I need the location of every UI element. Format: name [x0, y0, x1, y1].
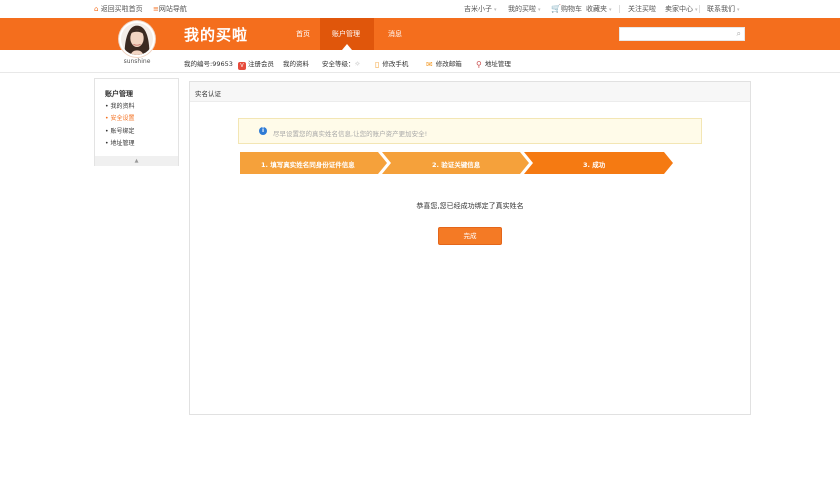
- avatar[interactable]: [119, 21, 155, 57]
- edit-phone-link[interactable]: ▯ 修改手机: [375, 58, 408, 69]
- register-vip-label: 注册会员: [248, 60, 274, 68]
- my-profile-link[interactable]: 我的资料: [283, 58, 309, 68]
- favorites-label: 收藏夹: [586, 5, 607, 13]
- home-link[interactable]: ⌂ 返回买啦首页: [94, 4, 143, 14]
- notice-banner: i 尽早设置您的真实姓名信息,让您的账户资产更加安全!: [238, 118, 702, 144]
- done-button[interactable]: 完成: [438, 227, 502, 245]
- seller-center-label: 卖家中心: [665, 5, 693, 13]
- nav-home[interactable]: 首页: [296, 29, 310, 39]
- edit-email-link[interactable]: ✉ 修改邮箱: [426, 58, 462, 69]
- divider: [699, 5, 700, 13]
- security-level: 安全等级：☼: [322, 58, 360, 68]
- user-menu[interactable]: 吉米小子 ▾: [464, 4, 497, 14]
- site-nav-label: 网站导航: [158, 5, 187, 13]
- chevron-down-icon: ▾: [609, 7, 612, 13]
- phone-icon: ▯: [375, 60, 380, 69]
- chevron-down-icon: ▾: [695, 7, 698, 13]
- cart-label: 购物车: [560, 5, 582, 13]
- chevron-down-icon: ▾: [737, 7, 740, 13]
- follow-link[interactable]: 关注买啦: [628, 4, 656, 14]
- my-buy-menu[interactable]: 我的买啦 ▾: [508, 4, 541, 14]
- sidebar-item-label: 我的资料: [110, 103, 135, 110]
- success-message: 恭喜您,您已经成功绑定了真实姓名: [416, 202, 524, 210]
- site-nav-link[interactable]: ≡网站导航: [153, 4, 187, 14]
- sidebar-title: 账户管理: [105, 90, 133, 98]
- security-level-label: 安全等级：: [322, 60, 355, 68]
- site-logo[interactable]: 我的买啦: [184, 24, 248, 45]
- register-vip-link[interactable]: V 注册会员: [238, 58, 274, 70]
- chevron-down-icon: ▾: [494, 7, 497, 13]
- email-icon: ✉: [426, 60, 433, 69]
- page-title: 实名认证: [195, 90, 221, 98]
- main-panel: 实名认证 i 尽早设置您的真实姓名信息,让您的账户资产更加安全! 1. 填写真实…: [189, 81, 751, 415]
- home-icon: ⌂: [94, 5, 99, 13]
- step-1-label: 1. 填写真实姓名同身份证件信息: [261, 161, 355, 169]
- step-3-label: 3. 成功: [583, 161, 606, 169]
- sidebar-item-profile[interactable]: • 我的资料: [105, 101, 134, 110]
- sidebar: 账户管理 • 我的资料 • 安全设置 • 账号绑定 • 地址管理 ▲: [94, 78, 179, 166]
- favorites-menu[interactable]: 收藏夹 ▾: [586, 4, 612, 14]
- nav-messages[interactable]: 消息: [388, 29, 402, 39]
- sidebar-item-binding[interactable]: • 账号绑定: [105, 126, 134, 135]
- contact-label: 联系我们: [707, 5, 735, 13]
- top-utility-bar: ⌂ 返回买啦首页 ≡网站导航 吉米小子 ▾ 我的买啦 ▾ 🛒购物车 收藏夹 ▾ 关注买…: [0, 0, 840, 18]
- user-name: 吉米小子: [464, 5, 492, 13]
- vip-icon: V: [238, 62, 246, 70]
- contact-menu[interactable]: 联系我们 ▾: [707, 4, 740, 14]
- my-buy-label: 我的买啦: [508, 5, 536, 13]
- info-icon: i: [259, 127, 267, 135]
- search-icon[interactable]: ⌕: [737, 29, 741, 39]
- account-number: 我的编号:99653: [184, 60, 233, 68]
- chevron-up-icon: ▲: [134, 158, 139, 164]
- search-input[interactable]: ⌕: [619, 27, 745, 41]
- sidebar-item-address[interactable]: • 地址管理: [105, 138, 134, 147]
- sidebar-item-label: 安全设置: [110, 115, 135, 122]
- security-level-icon: ☼: [354, 60, 361, 68]
- panel-header: 实名认证: [190, 82, 750, 102]
- step-2-label: 2. 验证关键信息: [432, 161, 481, 169]
- divider: [619, 5, 620, 13]
- seller-center-menu[interactable]: 卖家中心 ▾: [665, 4, 698, 14]
- edit-phone-label: 修改手机: [382, 60, 409, 68]
- sidebar-collapse-toggle[interactable]: ▲: [95, 156, 178, 166]
- chevron-down-icon: ▾: [538, 7, 541, 13]
- sidebar-item-security[interactable]: • 安全设置: [105, 113, 134, 122]
- avatar-image: [121, 23, 153, 55]
- nav-account[interactable]: 账户管理: [332, 29, 360, 39]
- location-icon: ⚲: [476, 60, 482, 69]
- cart-link[interactable]: 🛒购物车: [551, 4, 582, 14]
- username: sunshine: [123, 58, 151, 65]
- sidebar-item-label: 地址管理: [110, 140, 135, 147]
- sidebar-item-label: 账号绑定: [110, 128, 135, 135]
- home-link-label: 返回买啦首页: [100, 5, 143, 13]
- notice-text: 尽早设置您的真实姓名信息,让您的账户资产更加安全!: [273, 130, 428, 138]
- address-manage-link[interactable]: ⚲ 地址管理: [476, 58, 511, 69]
- progress-steps: 1. 填写真实姓名同身份证件信息 2. 验证关键信息 3. 成功: [240, 152, 676, 174]
- edit-email-label: 修改邮箱: [435, 60, 462, 68]
- address-manage-label: 地址管理: [484, 60, 511, 68]
- cart-icon: 🛒: [551, 4, 561, 13]
